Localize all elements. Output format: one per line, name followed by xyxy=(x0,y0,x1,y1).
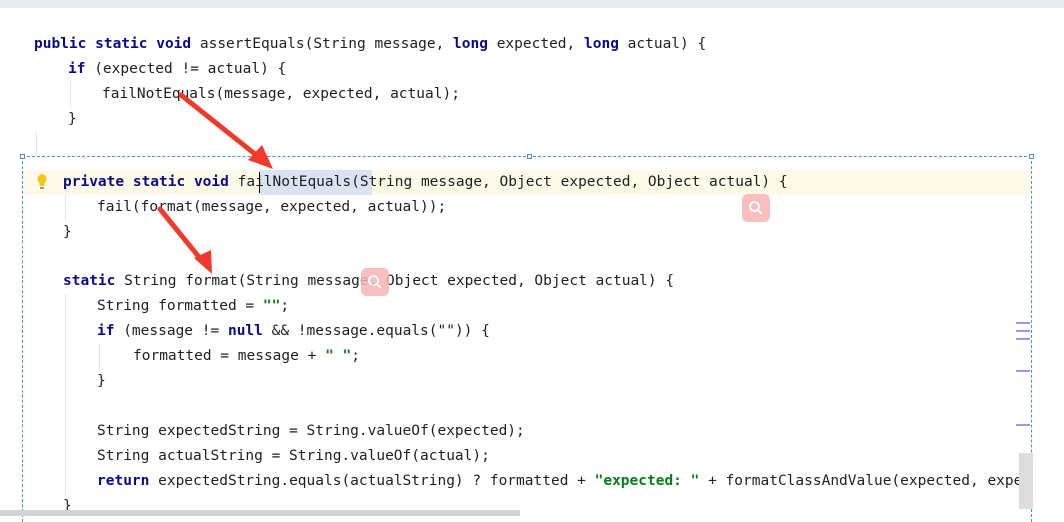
code-text: String format(String message, Object exp… xyxy=(115,273,675,289)
code-keyword: static xyxy=(63,273,116,289)
code-text: formatted = message + xyxy=(133,348,326,364)
horizontal-scrollbar-thumb[interactable] xyxy=(0,510,520,516)
code-keyword: long xyxy=(584,36,619,52)
code-text: actual) { xyxy=(618,36,707,52)
search-icon[interactable] xyxy=(742,194,770,222)
code-line-actual-string[interactable]: String actualString = String.valueOf(act… xyxy=(97,444,490,469)
code-line-if-message[interactable]: if (message != null && !message.equals("… xyxy=(97,319,490,344)
code-line-close-brace[interactable]: } xyxy=(68,107,77,132)
code-string: "" xyxy=(262,298,281,314)
code-keyword: private static void xyxy=(63,174,229,190)
code-keyword: null xyxy=(227,323,263,339)
quick-definition-popup[interactable]: private static void failNotEquals(String… xyxy=(22,156,1032,522)
code-text: assertEquals(String message, xyxy=(191,36,454,52)
code-text: expected, xyxy=(487,36,584,52)
code-line-formatted-assign[interactable]: formatted = message + " "; xyxy=(133,344,360,369)
popup-resize-handle[interactable] xyxy=(527,154,532,159)
code-line-fail-not-equals-call[interactable]: failNotEquals(message, expected, actual)… xyxy=(102,82,460,107)
indent-guide xyxy=(65,294,66,494)
code-text: expectedString.equals(actualString) ? fo… xyxy=(149,473,595,489)
code-line-assert-equals[interactable]: public static void assertEquals(String m… xyxy=(34,32,706,57)
error-stripe-mark[interactable] xyxy=(1016,338,1030,340)
code-keyword: if xyxy=(97,323,115,339)
code-text: (expected != actual) { xyxy=(85,61,287,77)
code-text: (message != xyxy=(114,323,228,339)
search-icon[interactable] xyxy=(361,268,389,296)
code-text: ; xyxy=(351,348,360,364)
code-line-close-brace[interactable]: } xyxy=(97,369,106,394)
main-editor-pane[interactable]: public static void assertEquals(String m… xyxy=(0,0,1064,158)
popup-resize-handle[interactable] xyxy=(20,154,25,159)
code-string: "expected: " xyxy=(594,473,700,489)
vertical-scrollbar-thumb[interactable] xyxy=(1019,453,1033,509)
code-line-if[interactable]: if (expected != actual) { xyxy=(68,57,286,82)
lightbulb-icon[interactable] xyxy=(36,173,48,191)
code-string: " " xyxy=(325,348,352,364)
code-line-close-brace[interactable]: } xyxy=(63,220,72,245)
indent-guide xyxy=(70,82,71,107)
indent-guide xyxy=(36,132,37,158)
code-text: String formatted = xyxy=(97,298,263,314)
code-keyword: long xyxy=(453,36,488,52)
code-line-return[interactable]: return expectedString.equals(actualStrin… xyxy=(97,469,1032,494)
error-stripe-mark[interactable] xyxy=(1016,370,1030,372)
code-line-expected-string[interactable]: String expectedString = String.valueOf(e… xyxy=(97,419,525,444)
code-text: ; xyxy=(280,298,290,314)
code-keyword: if xyxy=(68,61,86,77)
code-line-fail-not-equals-def[interactable]: private static void failNotEquals(String… xyxy=(63,170,788,195)
code-keyword: return xyxy=(97,473,150,489)
method-name-fail-not-equals[interactable]: failNotEquals xyxy=(238,174,352,190)
indent-guide xyxy=(65,195,66,220)
popup-resize-handle[interactable] xyxy=(1029,154,1034,159)
text-caret xyxy=(259,172,260,193)
code-line-fail-call[interactable]: fail(format(message, expected, actual)); xyxy=(97,195,446,220)
error-stripe-mark[interactable] xyxy=(1016,322,1030,324)
code-keyword: public static void xyxy=(34,36,192,52)
code-line-formatted-init[interactable]: String formatted = ""; xyxy=(97,294,289,319)
error-stripe-mark[interactable] xyxy=(1016,330,1030,332)
code-text: (String message, Object expected, Object… xyxy=(351,174,788,190)
code-text: && !message.equals("")) { xyxy=(262,323,490,339)
error-stripe-mark[interactable] xyxy=(1016,424,1030,426)
code-text: + formatClassAndValue(expected, expect xyxy=(699,473,1032,489)
indent-guide xyxy=(99,344,100,369)
